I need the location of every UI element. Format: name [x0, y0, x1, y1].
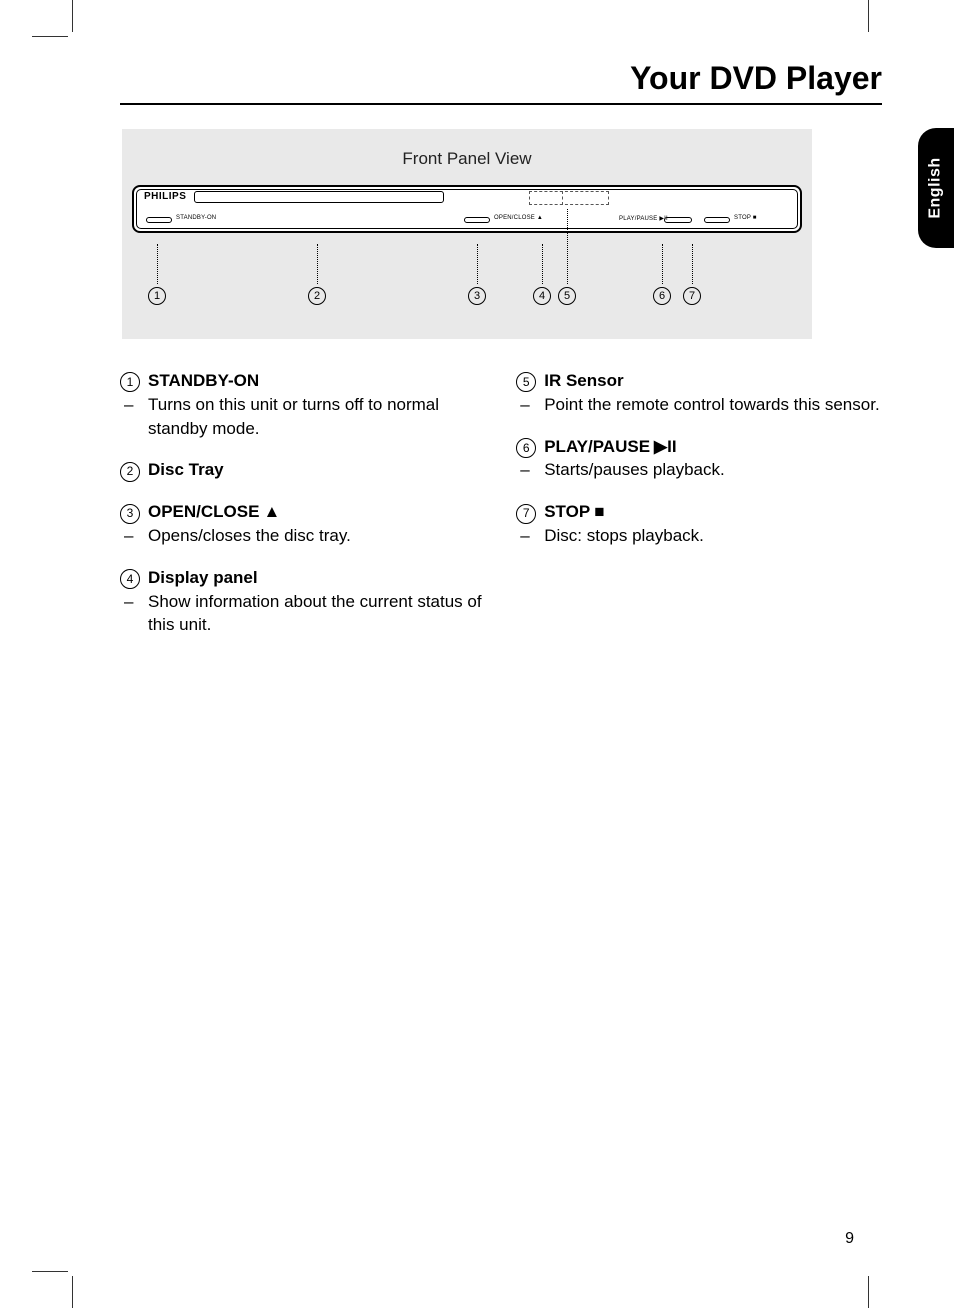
- right-column: 5 IR Sensor –Point the remote control to…: [516, 369, 882, 655]
- entry-number: 2: [120, 462, 140, 482]
- callout-4: 4: [533, 287, 551, 305]
- callout-3: 3: [468, 287, 486, 305]
- player-body: PHILIPS STANDBY-ON OPEN/CLOSE ▲ PLAY/PAU…: [132, 185, 802, 233]
- entry-5: 5 IR Sensor –Point the remote control to…: [516, 369, 882, 417]
- entry-desc: Disc: stops playback.: [544, 524, 704, 548]
- callout-7: 7: [683, 287, 701, 305]
- openclose-label: OPEN/CLOSE ▲: [494, 215, 543, 221]
- leader-line: [542, 244, 543, 284]
- stop-label: STOP ■: [734, 215, 757, 221]
- entry-6: 6 PLAY/PAUSE ▶II –Starts/pauses playback…: [516, 435, 882, 483]
- page-number: 9: [845, 1230, 854, 1248]
- callout-5: 5: [558, 287, 576, 305]
- display-panel-sep: [562, 191, 563, 205]
- leader-line: [477, 244, 478, 284]
- crop-mark: [32, 1271, 68, 1272]
- entry-desc: Starts/pauses playback.: [544, 458, 724, 482]
- playpause-button-graphic: [664, 217, 692, 223]
- entry-title: IR Sensor: [544, 369, 623, 393]
- entry-desc: Show information about the current statu…: [148, 590, 486, 638]
- entry-number: 6: [516, 438, 536, 458]
- entry-title: Display panel: [148, 566, 258, 590]
- description-columns: 1 STANDBY-ON –Turns on this unit or turn…: [120, 369, 882, 655]
- callout-2: 2: [308, 287, 326, 305]
- entry-title: STOP: [544, 500, 590, 524]
- divider: [120, 103, 882, 105]
- entry-desc: Opens/closes the disc tray.: [148, 524, 351, 548]
- language-tab: English: [918, 128, 954, 248]
- entry-number: 1: [120, 372, 140, 392]
- brand-label: PHILIPS: [144, 191, 186, 202]
- disc-tray-graphic: [194, 191, 444, 203]
- stop-icon: ■: [594, 500, 604, 524]
- entry-7: 7 STOP ■ –Disc: stops playback.: [516, 500, 882, 548]
- entry-title: STANDBY-ON: [148, 369, 259, 393]
- entry-4: 4 Display panel –Show information about …: [120, 566, 486, 637]
- crop-mark: [868, 1276, 869, 1308]
- standby-label: STANDBY-ON: [176, 215, 216, 221]
- front-panel-diagram: Front Panel View PHILIPS STANDBY-ON OPEN…: [122, 129, 812, 339]
- leader-line: [662, 244, 663, 284]
- leader-line: [692, 244, 693, 284]
- entry-number: 5: [516, 372, 536, 392]
- entry-number: 4: [120, 569, 140, 589]
- callout-1: 1: [148, 287, 166, 305]
- diagram-title: Front Panel View: [122, 149, 812, 169]
- entry-desc: Turns on this unit or turns off to norma…: [148, 393, 486, 441]
- crop-mark: [72, 1276, 73, 1308]
- crop-mark: [868, 0, 869, 32]
- left-column: 1 STANDBY-ON –Turns on this unit or turn…: [120, 369, 486, 655]
- standby-button-graphic: [146, 217, 172, 223]
- leader-line: [567, 209, 568, 284]
- entry-3: 3 OPEN/CLOSE ▲ –Opens/closes the disc tr…: [120, 500, 486, 548]
- entry-2: 2 Disc Tray: [120, 458, 486, 482]
- entry-title: OPEN/CLOSE: [148, 500, 259, 524]
- entry-1: 1 STANDBY-ON –Turns on this unit or turn…: [120, 369, 486, 440]
- entry-title: Disc Tray: [148, 458, 224, 482]
- language-tab-label: English: [927, 157, 945, 218]
- entry-desc: Point the remote control towards this se…: [544, 393, 879, 417]
- entry-number: 3: [120, 504, 140, 524]
- openclose-button-graphic: [464, 217, 490, 223]
- eject-icon: ▲: [263, 500, 280, 524]
- crop-mark: [32, 36, 68, 37]
- leader-line: [157, 244, 158, 284]
- crop-mark: [72, 0, 73, 32]
- entry-title: PLAY/PAUSE: [544, 435, 650, 459]
- leader-line: [317, 244, 318, 284]
- page-title: Your DVD Player: [120, 60, 882, 97]
- page: Your DVD Player English Front Panel View…: [0, 0, 954, 1308]
- playpause-label: PLAY/PAUSE ▶II: [619, 215, 668, 222]
- play-pause-icon: ▶II: [654, 435, 677, 459]
- entry-number: 7: [516, 504, 536, 524]
- callout-6: 6: [653, 287, 671, 305]
- stop-button-graphic: [704, 217, 730, 223]
- display-panel-graphic: [529, 191, 609, 205]
